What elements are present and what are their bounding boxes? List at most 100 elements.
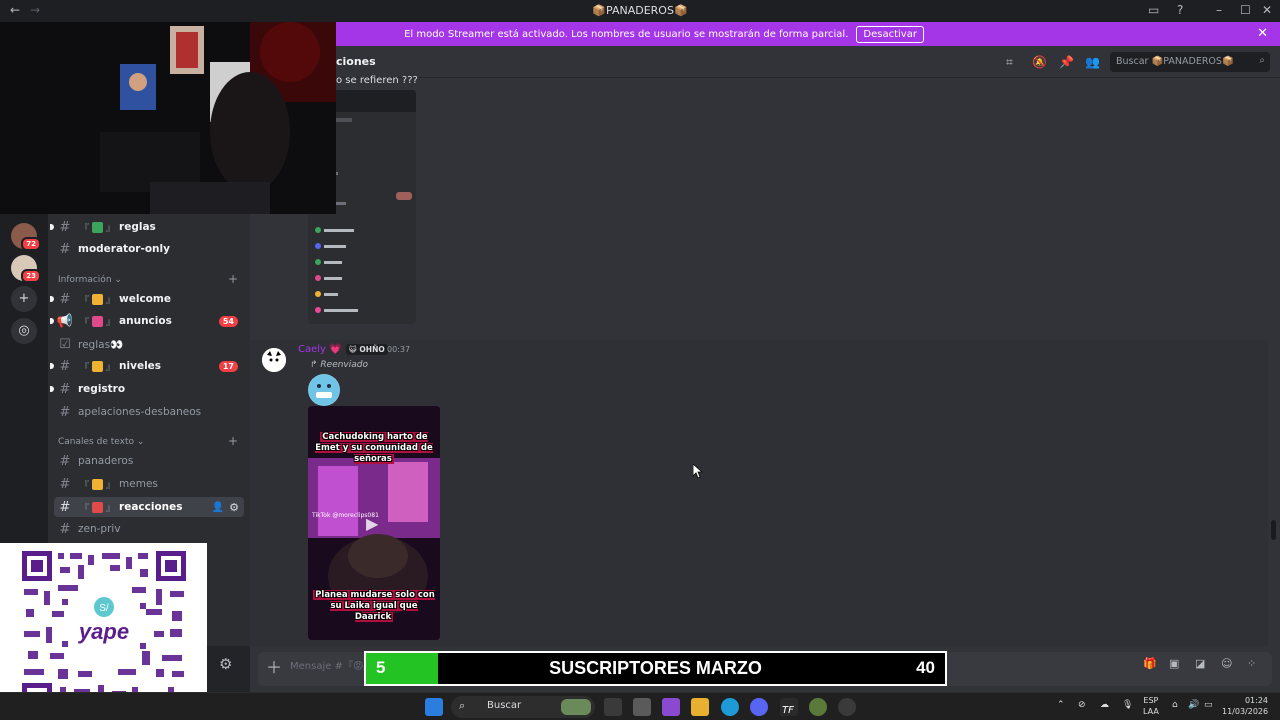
unread-pip xyxy=(50,363,54,369)
tf-app-icon[interactable]: TF xyxy=(780,698,798,716)
message-timestamp: 00:37 xyxy=(387,345,411,354)
chat-scrollbar[interactable] xyxy=(1271,520,1276,540)
guild-tag[interactable]: 😺 OHÑO xyxy=(346,344,388,355)
emoji-icon[interactable]: ☺ xyxy=(1221,657,1232,670)
language-indicator[interactable]: ESP LAA xyxy=(1143,695,1159,717)
volume-icon[interactable]: 🔊 xyxy=(1188,700,1199,710)
pin-icon[interactable]: 📌 xyxy=(1059,55,1074,69)
avatar[interactable] xyxy=(262,348,286,372)
channel-panaderos[interactable]: # panaderos xyxy=(54,451,244,471)
header-channel-name: ciones xyxy=(336,55,376,68)
add-channel-icon[interactable]: + xyxy=(228,434,238,448)
channel-reglas[interactable]: # 『 』 reglas xyxy=(50,217,244,237)
invite-icon[interactable]: 👤 xyxy=(212,502,224,513)
channel-apelaciones-desbaneos[interactable]: # apelaciones-desbaneos xyxy=(54,402,244,422)
maximize-icon[interactable]: ☐ xyxy=(1240,3,1251,17)
members-icon[interactable]: 👥 xyxy=(1085,55,1100,69)
channel-prefix: 『 xyxy=(80,317,90,328)
channel-prefix: 『 xyxy=(80,295,90,306)
play-icon[interactable]: ▶ xyxy=(366,514,378,533)
taskbar-clock[interactable]: 01:24 11/03/2026 xyxy=(1222,695,1268,717)
category-canales-de-texto[interactable]: Canales de texto ⌄ xyxy=(58,437,144,447)
channel-suffix: 』 xyxy=(106,223,116,234)
app-icon[interactable] xyxy=(838,698,856,716)
hash-icon: # xyxy=(59,358,71,374)
add-server-icon[interactable]: + xyxy=(11,286,37,312)
attach-plus-icon[interactable]: ＋ xyxy=(266,654,282,678)
unread-pip xyxy=(50,224,54,230)
user-panel: ⚙ xyxy=(207,646,250,692)
onedrive-icon[interactable]: ☁ xyxy=(1100,700,1109,710)
channel-welcome[interactable]: # 『 』 welcome xyxy=(50,289,244,309)
video-attachment[interactable]: Cachudoking harto de Emet y su comunidad… xyxy=(308,406,440,640)
channel-zen-priv[interactable]: # zen-priv xyxy=(54,519,244,539)
mute-bell-icon[interactable]: 🔕 xyxy=(1032,55,1047,69)
user-settings-gear-icon[interactable]: ⚙ xyxy=(219,655,232,673)
tray-chevron-icon[interactable]: ⌃ xyxy=(1057,700,1065,710)
channel-moderator-only[interactable]: # moderator-only xyxy=(54,239,244,259)
sticker-icon[interactable]: ◪ xyxy=(1195,657,1205,670)
message-author[interactable]: Caely 💗 xyxy=(298,344,342,355)
deactivate-button[interactable]: Desactivar xyxy=(856,25,924,43)
message-placeholder: Mensaje #『😡』 xyxy=(290,661,374,672)
channel-niveles[interactable]: # 『 』 niveles 17 xyxy=(50,356,244,376)
task-view-icon[interactable] xyxy=(604,698,622,716)
channel-label: reglas xyxy=(119,221,156,233)
clock-time: 01:24 xyxy=(1244,696,1268,705)
hash-icon: # xyxy=(59,499,71,515)
server-icon[interactable]: 72 xyxy=(11,223,41,251)
threads-icon[interactable]: ⌗ xyxy=(1006,55,1013,70)
taskbar-search[interactable]: ⌕ Buscar xyxy=(451,696,595,718)
video-caption-bottom: Planea mudarse solo con su Laika igual q… xyxy=(313,590,435,622)
gif-icon[interactable]: ▣ xyxy=(1169,657,1179,670)
megaphone-icon: 📢 xyxy=(56,313,74,329)
file-explorer-icon[interactable] xyxy=(691,698,709,716)
channel-suffix: 』 xyxy=(106,362,116,373)
add-channel-icon[interactable]: + xyxy=(228,272,238,286)
video-caption-top: Cachudoking harto de Emet y su comunidad… xyxy=(315,432,433,464)
minimize-icon[interactable]: – xyxy=(1216,3,1222,17)
close-banner-icon[interactable]: ✕ xyxy=(1257,26,1268,41)
battery-icon[interactable]: ▭ xyxy=(1204,700,1213,710)
cold-face-emoji-icon xyxy=(308,374,340,406)
server-badge: 72 xyxy=(21,237,41,251)
tray-app-icon[interactable]: ⊘ xyxy=(1078,700,1086,710)
channel-prefix: 『 xyxy=(80,480,90,491)
server-icon[interactable]: 23 xyxy=(11,255,41,283)
apps-icon[interactable]: ⁘ xyxy=(1247,657,1256,670)
channel-suffix: 』 xyxy=(106,480,116,491)
webcam-overlay xyxy=(0,22,336,214)
qr-code-image: S/ yape xyxy=(22,551,186,713)
copilot-icon[interactable] xyxy=(662,698,680,716)
channel-reacciones[interactable]: # 『 』 reacciones 👤 ⚙ xyxy=(54,497,244,517)
subscriber-goal-bar: 5 SUSCRIPTORES MARZO 40 xyxy=(364,651,947,686)
search-input[interactable]: Buscar 📦PANADEROS📦 ⌕ xyxy=(1110,52,1270,72)
network-icon[interactable]: ⌂ xyxy=(1172,700,1178,710)
channel-registro[interactable]: # registro xyxy=(50,379,244,399)
help-icon[interactable]: ? xyxy=(1177,3,1183,17)
channel-header: ciones ⌗ 🔕 📌 👥 Buscar 📦PANADEROS📦 ⌕ xyxy=(250,46,1280,78)
unread-pip xyxy=(50,296,54,302)
close-window-icon[interactable]: ✕ xyxy=(1262,3,1272,17)
gear-icon[interactable]: ⚙ xyxy=(229,501,239,514)
explore-icon[interactable]: ◎ xyxy=(11,318,37,344)
windows-start-icon[interactable] xyxy=(425,698,443,716)
channel-prefix: 『 xyxy=(80,503,90,514)
channel-reglas-rules[interactable]: ☑ reglas👀 xyxy=(54,334,244,354)
app-icon[interactable] xyxy=(809,698,827,716)
chat-area: o se refieren ??? Caely 💗 😺 OHÑO 00:37 ↱… xyxy=(250,75,1280,646)
channel-memes[interactable]: # 『 』 memes xyxy=(54,474,244,494)
channel-anuncios[interactable]: 📢 『 』 anuncios 54 xyxy=(50,311,244,331)
gift-icon[interactable]: 🎁 xyxy=(1143,657,1157,670)
category-informacion[interactable]: Información ⌄ xyxy=(58,275,122,285)
hash-icon: # xyxy=(59,241,71,257)
search-icon: ⌕ xyxy=(459,699,466,712)
banner-text: El modo Streamer está activado. Los nomb… xyxy=(404,28,849,40)
inbox-icon[interactable]: ▭ xyxy=(1148,3,1159,17)
channel-suffix: 』 xyxy=(106,503,116,514)
discord-icon[interactable] xyxy=(750,698,768,716)
microphone-icon[interactable]: 🎙 xyxy=(1122,700,1133,710)
store-icon[interactable] xyxy=(633,698,651,716)
edge-icon[interactable] xyxy=(721,698,739,716)
search-icon: ⌕ xyxy=(1259,55,1265,66)
